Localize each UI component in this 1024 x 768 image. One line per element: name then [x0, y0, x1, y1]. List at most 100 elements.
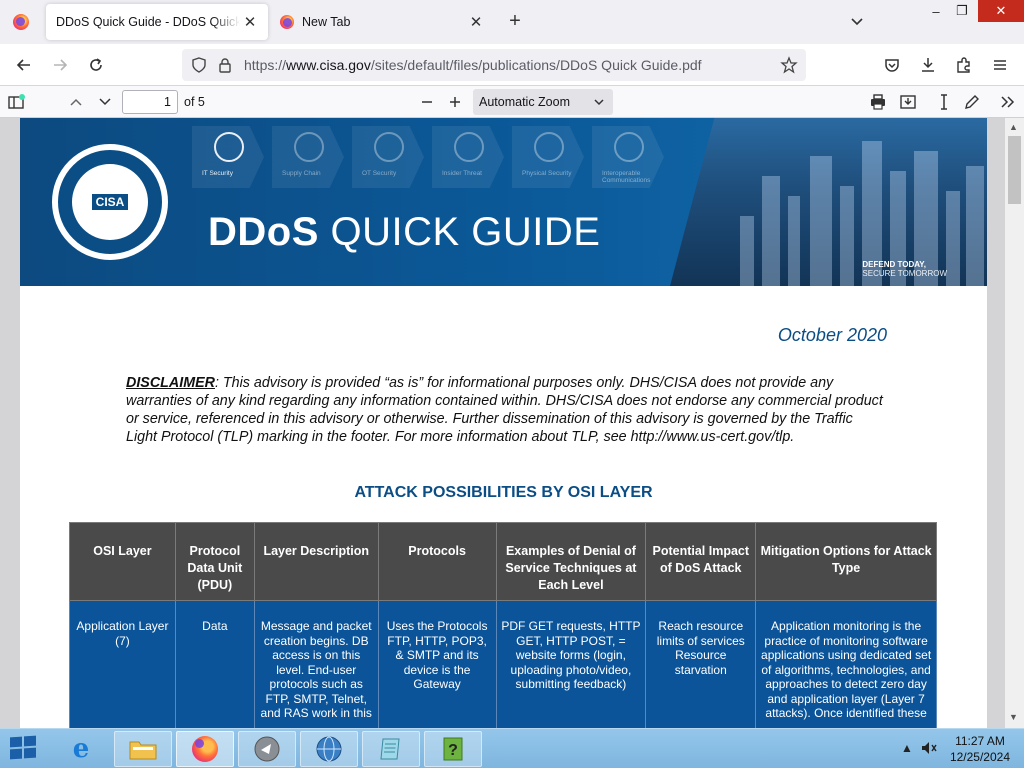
osi-attack-table: OSI Layer Protocol Data Unit (PDU) Layer…: [69, 522, 937, 728]
help-book-icon: ?: [443, 737, 463, 761]
pocket-button[interactable]: [879, 53, 905, 77]
reload-icon: [90, 58, 102, 71]
firefox-icon: [280, 15, 294, 29]
clock-time: 11:27 AM: [955, 734, 1005, 748]
table-cell: Data: [174, 600, 255, 728]
more-tools-button[interactable]: [995, 90, 1019, 114]
folder-icon: [129, 741, 157, 760]
title-bold: DDoS: [208, 210, 319, 254]
cisa-seal-logo: CISA: [52, 144, 168, 260]
app-menu-button[interactable]: [987, 53, 1013, 77]
url-path: /sites/default/files/publications/DDoS Q…: [370, 57, 702, 73]
zoom-out-button[interactable]: [415, 90, 439, 114]
url-text[interactable]: https://www.cisa.gov/sites/default/files…: [244, 57, 702, 73]
restore-button[interactable]: ❐: [946, 0, 978, 22]
save-pdf-button[interactable]: [896, 90, 920, 114]
navigation-toolbar: https://www.cisa.gov/sites/default/files…: [0, 44, 1024, 86]
toggle-sidebar-button[interactable]: [4, 90, 28, 114]
address-bar[interactable]: https://www.cisa.gov/sites/default/files…: [182, 49, 806, 81]
list-all-tabs-button[interactable]: [846, 12, 868, 32]
forward-button[interactable]: [47, 53, 73, 77]
icon-caption: Insider Threat: [442, 170, 482, 177]
scrollbar-thumb[interactable]: [1008, 136, 1021, 204]
document-banner: CISA IT Security Supply Chain OT Securit…: [20, 118, 987, 286]
table-cell: Message and packet creation begins. DB a…: [253, 600, 379, 728]
lock-icon[interactable]: [216, 56, 234, 74]
next-page-button[interactable]: [93, 90, 117, 114]
back-button[interactable]: [11, 53, 37, 77]
app-taskbar-button[interactable]: [238, 731, 296, 767]
insider-threat-icon: Insider Threat: [432, 126, 504, 188]
chevron-up-icon: [70, 98, 82, 106]
puzzle-icon: [957, 57, 970, 73]
table-header-row: OSI Layer Protocol Data Unit (PDU) Layer…: [69, 522, 937, 601]
scroll-down-arrow-icon[interactable]: ▼: [1009, 712, 1018, 722]
back-arrow-icon: [16, 59, 30, 71]
scroll-up-arrow-icon[interactable]: ▲: [1009, 122, 1018, 132]
tab-ddos-guide[interactable]: DDoS Quick Guide - DDoS Quick Guide ✕: [46, 4, 268, 40]
disclaimer-text: : This advisory is provided “as is” for …: [126, 375, 883, 445]
firefox-taskbar-button[interactable]: [176, 731, 234, 767]
print-button[interactable]: [866, 90, 890, 114]
firefox-icon: [192, 736, 218, 762]
close-window-button[interactable]: ✕: [978, 0, 1024, 22]
new-tab-button[interactable]: +: [503, 10, 527, 34]
icon-caption: Interoperable Communications: [602, 170, 651, 184]
windows-taskbar: e ? ▲ 11:27 AM 12/25/2024: [0, 728, 1024, 768]
draw-tool-button[interactable]: [960, 90, 984, 114]
file-explorer-taskbar-button[interactable]: [114, 731, 172, 767]
show-hidden-icons-icon[interactable]: ▲: [901, 741, 913, 755]
network-app-taskbar-button[interactable]: [300, 731, 358, 767]
page-count-label: of 5: [184, 95, 205, 109]
icon-caption: OT Security: [362, 170, 397, 177]
internet-explorer-icon: e: [72, 734, 90, 764]
zoom-select[interactable]: Automatic Zoom: [473, 89, 613, 115]
pocket-icon: [885, 59, 899, 72]
close-tab-icon[interactable]: ✕: [466, 12, 486, 32]
tracking-protection-shield-icon[interactable]: [190, 56, 208, 74]
column-header: Protocol Data Unit (PDU): [174, 522, 255, 601]
it-security-icon: IT Security: [192, 126, 264, 188]
system-clock[interactable]: 11:27 AM 12/25/2024: [950, 733, 1010, 765]
vertical-scrollbar[interactable]: ▲ ▼: [1005, 118, 1024, 728]
zoom-in-button[interactable]: [443, 90, 467, 114]
notepad-taskbar-button[interactable]: [362, 731, 420, 767]
disclaimer-paragraph: DISCLAIMER: This advisory is provided “a…: [126, 374, 886, 446]
speaker-muted-icon[interactable]: [920, 739, 938, 760]
column-header: OSI Layer: [69, 522, 176, 601]
icon-caption: Supply Chain: [282, 170, 321, 177]
seal-text: CISA: [91, 194, 129, 210]
text-cursor-icon: [941, 94, 947, 110]
page-number-input[interactable]: 1: [122, 90, 178, 114]
communications-icon: Interoperable Communications: [592, 126, 664, 188]
firefox-icon: [13, 14, 29, 30]
previous-page-button[interactable]: [64, 90, 88, 114]
pdf-viewer[interactable]: CISA IT Security Supply Chain OT Securit…: [0, 118, 1024, 728]
document-date: October 2020: [777, 325, 887, 345]
double-chevron-right-icon: [1001, 96, 1015, 108]
section-heading: ATTACK POSSIBILITIES BY OSI LAYER: [354, 484, 653, 501]
notebook-icon: [380, 738, 400, 760]
firefox-view-button[interactable]: [8, 8, 34, 36]
disclaimer-label: DISCLAIMER: [126, 375, 215, 391]
table-cell: Application monitoring is the practice o…: [755, 600, 937, 728]
downloads-button[interactable]: [915, 53, 941, 77]
tab-new-tab[interactable]: New Tab ✕: [272, 4, 494, 40]
pdf-page: CISA IT Security Supply Chain OT Securit…: [20, 118, 987, 728]
printer-icon: [871, 94, 885, 110]
extensions-button[interactable]: [951, 53, 977, 77]
internet-explorer-taskbar-button[interactable]: e: [52, 731, 110, 767]
reload-button[interactable]: [83, 53, 109, 77]
start-button[interactable]: [10, 735, 38, 761]
table-cell: PDF GET requests, HTTP GET, HTTP POST, =…: [495, 600, 647, 728]
title-rest: QUICK GUIDE: [330, 210, 601, 254]
text-tool-button[interactable]: [932, 90, 956, 114]
bookmark-star-icon[interactable]: [780, 56, 798, 74]
help-taskbar-button[interactable]: ?: [424, 731, 482, 767]
table-cell: Reach resource limits of services Resour…: [645, 600, 757, 728]
tagline-line-2: SECURE TOMORROW: [862, 269, 947, 278]
column-header: Protocols: [377, 522, 497, 601]
tab-title: New Tab: [302, 15, 351, 29]
close-tab-icon[interactable]: ✕: [240, 12, 260, 32]
svg-text:?: ?: [448, 742, 458, 759]
